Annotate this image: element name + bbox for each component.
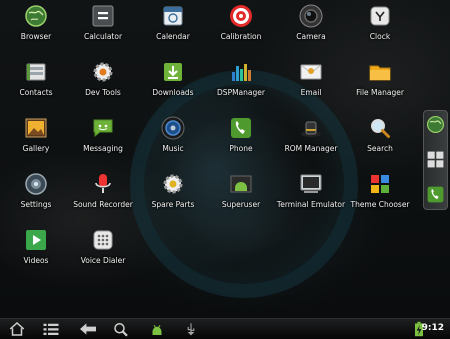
- gear-icon: [93, 62, 113, 82]
- app-label: Dev Tools: [85, 88, 121, 97]
- status-time: 9:12: [421, 323, 444, 333]
- system-bar: 9:12: [0, 318, 450, 339]
- app-label: Terminal Emulator: [276, 200, 346, 209]
- chat-bubble-icon: [93, 119, 113, 138]
- app-messaging[interactable]: Messaging: [64, 112, 142, 162]
- app-label: Messaging: [83, 144, 123, 153]
- app-dev-tools[interactable]: Dev Tools: [64, 56, 142, 106]
- side-dock: [423, 110, 448, 210]
- app-label: Gallery: [22, 144, 50, 153]
- clock-icon: [370, 6, 390, 26]
- phone-icon: [231, 118, 251, 138]
- app-spare-parts[interactable]: Spare Parts: [134, 168, 212, 218]
- app-rom-manager[interactable]: ROM Manager: [272, 112, 350, 162]
- app-label: Calendar: [156, 32, 190, 41]
- phone-icon[interactable]: [426, 185, 445, 204]
- app-label: Spare Parts: [151, 200, 195, 209]
- envelope-icon: [300, 64, 322, 80]
- android-icon: [230, 175, 252, 193]
- app-voice-dialer[interactable]: Voice Dialer: [64, 224, 142, 274]
- app-label: Calculator: [83, 32, 123, 41]
- app-calibration[interactable]: Calibration: [202, 0, 280, 50]
- app-label: ROM Manager: [284, 144, 338, 153]
- calendar-icon: [163, 6, 183, 26]
- app-label: File Manager: [356, 88, 404, 97]
- app-email[interactable]: Email: [272, 56, 350, 106]
- home-icon[interactable]: [8, 321, 26, 337]
- app-theme-chooser[interactable]: Theme Chooser: [341, 168, 419, 218]
- app-sound-recorder[interactable]: Sound Recorder: [64, 168, 142, 218]
- app-label: Theme Chooser: [350, 200, 410, 209]
- browser-icon[interactable]: [426, 115, 445, 134]
- calculator-icon: [92, 5, 114, 27]
- microphone-icon: [95, 174, 111, 193]
- app-calendar[interactable]: Calendar: [134, 0, 212, 50]
- camera-icon: [299, 4, 323, 28]
- app-clock[interactable]: Clock: [341, 0, 419, 50]
- app-camera[interactable]: Camera: [272, 0, 350, 50]
- gear-icon: [163, 174, 183, 194]
- app-downloads[interactable]: Downloads: [134, 56, 212, 106]
- app-file-manager[interactable]: File Manager: [341, 56, 419, 106]
- search-icon[interactable]: [112, 321, 130, 337]
- speaker-icon: [161, 116, 185, 140]
- picture-icon: [25, 118, 47, 138]
- contacts-icon: [26, 63, 46, 81]
- hat-icon: [301, 121, 321, 137]
- notification-android-icon[interactable]: [148, 321, 166, 337]
- puzzle-icon: [371, 175, 389, 193]
- folder-icon: [369, 65, 391, 81]
- app-label: Search: [367, 144, 393, 153]
- download-icon: [164, 63, 182, 81]
- app-terminal-emulator[interactable]: Terminal Emulator: [272, 168, 350, 218]
- magnifier-icon: [371, 119, 390, 138]
- usb-icon: [187, 323, 195, 336]
- equalizer-icon: [232, 64, 251, 81]
- keypad-icon: [93, 230, 113, 250]
- menu-list-icon[interactable]: [42, 321, 60, 337]
- app-music[interactable]: Music: [134, 112, 212, 162]
- app-label: Sound Recorder: [73, 200, 133, 209]
- app-label: Voice Dialer: [80, 256, 126, 265]
- app-label: Phone: [229, 144, 253, 153]
- app-label: Superuser: [221, 200, 261, 209]
- app-calculator[interactable]: Calculator: [64, 0, 142, 50]
- app-dspmanager[interactable]: DSPManager: [202, 56, 280, 106]
- terminal-icon: [300, 174, 322, 193]
- back-arrow-icon[interactable]: [78, 321, 98, 337]
- settings-knob-icon: [25, 173, 47, 195]
- app-label: Videos: [23, 256, 49, 265]
- app-search[interactable]: Search: [341, 112, 419, 162]
- app-label: Clock: [369, 32, 391, 41]
- app-label: Camera: [296, 32, 326, 41]
- play-icon: [26, 230, 46, 250]
- app-label: Music: [162, 144, 184, 153]
- app-label: Calibration: [220, 32, 262, 41]
- globe-icon: [25, 5, 47, 27]
- app-phone[interactable]: Phone: [202, 112, 280, 162]
- app-label: Contacts: [19, 88, 53, 97]
- app-label: Email: [300, 88, 322, 97]
- app-superuser[interactable]: Superuser: [202, 168, 280, 218]
- app-label: Browser: [20, 32, 52, 41]
- all-apps-grid-icon[interactable]: [426, 150, 445, 169]
- app-label: DSPManager: [217, 88, 265, 97]
- app-label: Downloads: [152, 88, 194, 97]
- app-label: Settings: [20, 200, 52, 209]
- target-icon: [230, 5, 252, 27]
